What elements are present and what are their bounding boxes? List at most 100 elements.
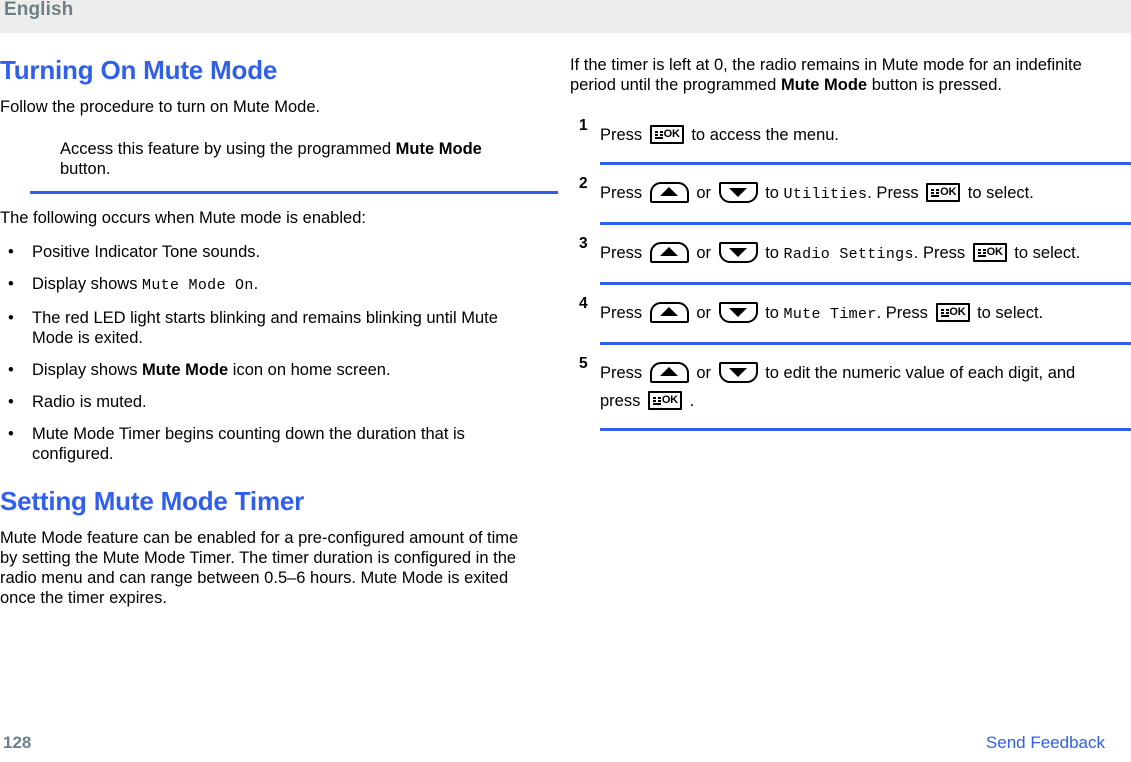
text-run: or: [691, 184, 716, 202]
text-run: to: [760, 304, 784, 322]
note-text-before: Access this feature by using the program…: [60, 140, 396, 158]
text-run: to: [760, 244, 784, 262]
text-run: .: [684, 392, 695, 410]
display-text: Utilities: [783, 186, 868, 203]
bullet-dot-icon: •: [8, 309, 14, 327]
step-text: Press or to edit the numeric value of ea…: [600, 359, 1110, 415]
bullet-dot-icon: •: [8, 393, 14, 411]
text-run: Press: [600, 364, 647, 382]
arrow-up-key-icon: [649, 182, 689, 203]
ok-key-label: OK: [940, 186, 957, 198]
timer-note-after: button is pressed.: [867, 76, 1002, 94]
left-column: Turning On Mute Mode Follow the procedur…: [0, 33, 558, 608]
text-run: Positive Indicator Tone sounds.: [32, 243, 261, 261]
note-text: Access this feature by using the program…: [60, 139, 530, 179]
note-text-bold: Mute Mode: [395, 140, 482, 158]
arrow-down-key-icon: [718, 242, 758, 263]
note-block: Access this feature by using the program…: [60, 139, 530, 179]
display-text: Radio Settings: [783, 246, 914, 263]
page-body: Turning On Mute Mode Follow the procedur…: [0, 33, 1131, 725]
bullet-dot-icon: •: [8, 275, 14, 293]
ok-key-label: OK: [661, 394, 678, 406]
note-text-after: button.: [60, 160, 111, 178]
text-run: . Press: [876, 304, 933, 322]
ok-menu-key-icon: OK: [926, 183, 961, 202]
send-feedback-link[interactable]: Send Feedback: [986, 733, 1105, 753]
ok-key-label: OK: [663, 128, 680, 140]
arrow-up-key-icon: [649, 242, 689, 263]
bullet-dot-icon: •: [8, 425, 14, 443]
arrow-down-key-icon: [718, 182, 758, 203]
procedure-step: 2 Press or to Utilities. Press OK to sele…: [570, 175, 1110, 217]
ok-key-label: OK: [949, 306, 966, 318]
step-text: Press or to Mute Timer. Press OK to sele…: [600, 299, 1110, 329]
step-text: Press or to Radio Settings. Press OK to …: [600, 239, 1110, 269]
ok-menu-key-icon: OK: [649, 125, 684, 144]
mute-mode-effects-list: • Positive Indicator Tone sounds. • Display…: [0, 242, 540, 464]
text-run: Press: [600, 304, 647, 322]
text-run: to access the menu.: [686, 126, 840, 144]
menu-grid-glyph: [654, 131, 664, 139]
bullet-dot-icon: •: [8, 243, 14, 261]
triangle-down-glyph: [729, 188, 748, 197]
step-divider-rule: [600, 282, 1131, 285]
ok-menu-key-icon: OK: [935, 303, 970, 322]
section1-intro-paragraph: Follow the procedure to turn on Mute Mod…: [0, 98, 321, 116]
step-divider-rule: [600, 428, 1131, 431]
text-run: .: [253, 275, 259, 293]
display-text: Mute Mode On: [142, 277, 254, 294]
timer-note-bold: Mute Mode: [780, 76, 868, 94]
text-run: or: [691, 304, 716, 322]
bullet-list-lead-in: The following occurs when Mute mode is e…: [0, 209, 366, 227]
triangle-up-glyph: [660, 247, 679, 256]
step-text: Press OK to access the menu.: [600, 121, 1110, 149]
arrow-down-key-icon: [718, 302, 758, 323]
step-number: 2: [579, 175, 588, 192]
ok-key-label: OK: [986, 246, 1003, 258]
text-run: or: [691, 244, 716, 262]
triangle-down-glyph: [729, 308, 748, 317]
procedure-step: 1 Press OK to access the menu.: [570, 117, 1110, 157]
step-number: 4: [579, 295, 588, 312]
section-title-setting-mute-mode-timer: Setting Mute Mode Timer: [0, 486, 305, 516]
text-run: The red LED light starts blinking and re…: [32, 309, 498, 347]
page-number: 128: [3, 733, 32, 752]
step-divider-rule: [600, 342, 1131, 345]
step-number: 5: [579, 355, 588, 372]
mute-timer-procedure-steps: 1 Press OK to access the menu. 2 Press or t…: [570, 117, 1131, 431]
list-item: • Mute Mode Timer begins counting down th…: [0, 424, 540, 464]
text-run: to select.: [963, 184, 1034, 202]
step-number: 1: [579, 117, 588, 134]
step-divider-rule: [600, 162, 1131, 165]
triangle-down-glyph: [729, 368, 748, 377]
list-item: • Positive Indicator Tone sounds.: [0, 242, 540, 262]
step-number: 3: [579, 235, 588, 252]
display-text: Mute Timer: [783, 306, 877, 323]
text-run: Press: [600, 184, 647, 202]
bullet-dot-icon: •: [8, 361, 14, 379]
text-run: . Press: [913, 244, 970, 262]
text-run: icon on home screen.: [228, 361, 391, 379]
text-run: Display shows: [32, 361, 143, 379]
emphasis-text: Mute Mode: [142, 361, 229, 379]
procedure-step: 5 Press or to edit the numeric value of e…: [570, 355, 1110, 423]
text-run: . Press: [867, 184, 924, 202]
note-divider-rule: [30, 191, 558, 194]
language-label: English: [4, 0, 74, 20]
triangle-up-glyph: [660, 187, 679, 196]
procedure-step: 4 Press or to Mute Timer. Press OK to sel…: [570, 295, 1110, 337]
procedure-step: 3 Press or to Radio Settings. Press OK to…: [570, 235, 1110, 277]
section2-body-paragraph: Mute Mode feature can be enabled for a p…: [0, 529, 519, 607]
menu-grid-glyph: [931, 189, 940, 197]
step-divider-rule: [600, 222, 1131, 225]
text-run: to select.: [1009, 244, 1081, 262]
text-run: Mute Mode Timer begins counting down the…: [32, 425, 465, 463]
list-item: • Display shows Mute Mode On.: [0, 274, 540, 296]
text-run: Press: [600, 126, 647, 144]
page-header-band: English: [0, 0, 1131, 33]
step-text: Press or to Utilities. Press OK to selec…: [600, 179, 1110, 209]
section-title-turning-on-mute-mode: Turning On Mute Mode: [0, 55, 278, 85]
text-run: Display shows: [32, 275, 143, 293]
timer-zero-note-paragraph: If the timer is left at 0, the radio rem…: [570, 55, 1110, 95]
list-item: • Radio is muted.: [0, 392, 540, 412]
